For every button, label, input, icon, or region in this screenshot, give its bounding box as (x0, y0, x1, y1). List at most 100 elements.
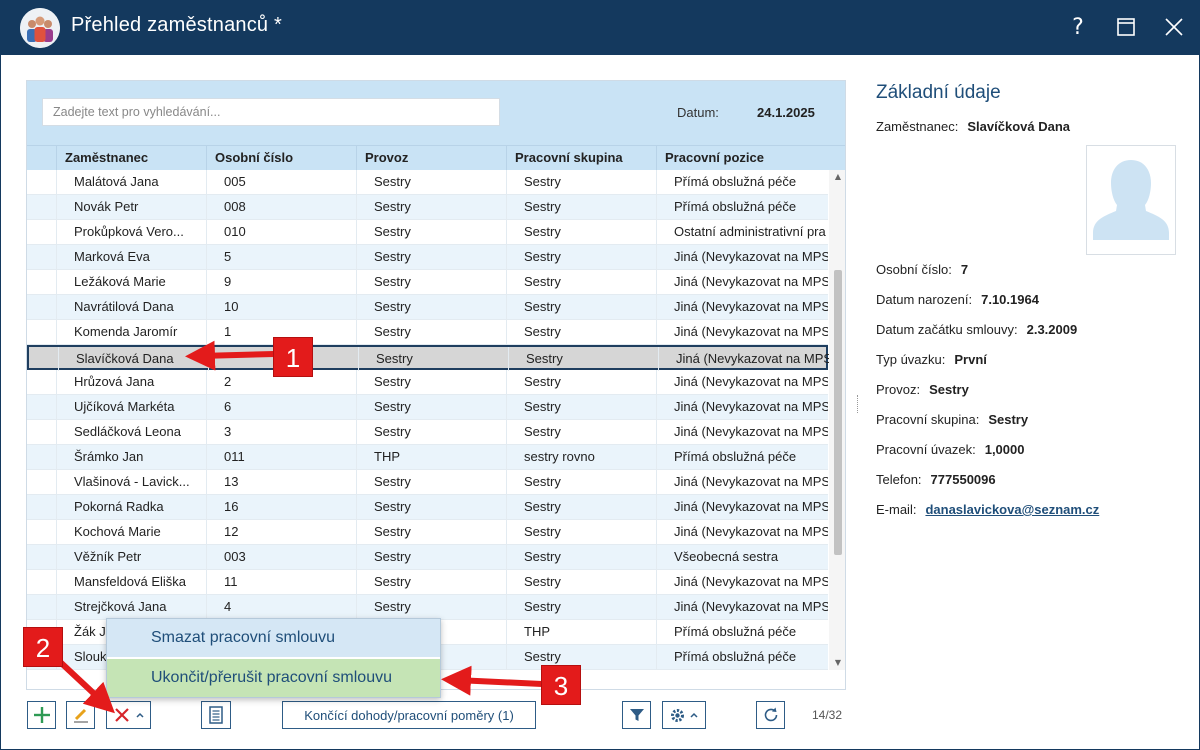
cell-position: Jiná (Nevykazovat na MPSV (676, 351, 830, 366)
detail-field: Telefon: 777550096 (876, 472, 996, 487)
menu-item-end-contract[interactable]: Ukončit/přerušit pracovní smlouvu (107, 659, 440, 697)
cell-work-group: Sestry (524, 424, 561, 439)
cell-operation: Sestry (376, 351, 413, 366)
scroll-down-arrow-icon[interactable]: ▼ (829, 656, 845, 670)
detail-field-label: Pracovní úvazek: (876, 442, 976, 457)
column-header-operation[interactable]: Provoz (356, 146, 506, 171)
cell-work-group: Sestry (526, 351, 563, 366)
column-divider (56, 470, 57, 494)
table-row[interactable]: Novák Petr 008 Sestry Sestry Přímá obslužná … (27, 195, 828, 220)
cell-position: Ostatní administrativní pra (674, 224, 826, 239)
column-divider (56, 170, 57, 194)
table-row[interactable]: Pokorná Radka 16 Sestry Sestry Jiná (Nevykaz… (27, 495, 828, 520)
column-divider (56, 420, 57, 444)
cell-position: Jiná (Nevykazovat na MPSV (674, 499, 828, 514)
document-button[interactable] (201, 701, 231, 729)
cell-personal-number: 11 (224, 574, 238, 589)
cell-work-group: Sestry (524, 399, 561, 414)
cell-operation: Sestry (374, 374, 411, 389)
column-divider (56, 395, 57, 419)
splitter-handle[interactable] (857, 395, 859, 413)
table-row[interactable]: Mansfeldová Eliška 11 Sestry Sestry Jiná (Ne… (27, 570, 828, 595)
annotation-badge-3: 3 (541, 665, 581, 705)
cell-work-group: Sestry (524, 324, 561, 339)
detail-field: E-mail: danaslavickova@seznam.cz (876, 502, 1099, 517)
cell-work-group: Sestry (524, 499, 561, 514)
table-row[interactable]: Navrátilová Dana 10 Sestry Sestry Jiná (Nevy… (27, 295, 828, 320)
detail-field-value: Sestry (929, 382, 969, 397)
scroll-thumb[interactable] (834, 270, 842, 555)
table-row[interactable]: Malátová Jana 005 Sestry Sestry Přímá obsluž… (27, 170, 828, 195)
cell-personal-number: 10 (224, 299, 239, 314)
cell-employee: Slavíčková Dana (76, 351, 174, 366)
cell-operation: Sestry (374, 324, 411, 339)
column-header-personal-number[interactable]: Osobní číslo (206, 146, 356, 171)
table-row[interactable]: Komenda Jaromír 1 Sestry Sestry Jiná (Nevyka… (27, 320, 828, 345)
table-row[interactable]: Kochová Marie 12 Sestry Sestry Jiná (Nevykaz… (27, 520, 828, 545)
table-row[interactable]: Strejčková Jana 4 Sestry Sestry Jiná (Nevyka… (27, 595, 828, 620)
detail-field-label: Datum narození: (876, 292, 973, 307)
cell-operation: Sestry (374, 549, 411, 564)
table-row[interactable]: Ujčíková Markéta 6 Sestry Sestry Jiná (Nevyk… (27, 395, 828, 420)
menu-item-delete-contract[interactable]: Smazat pracovní smlouvu (107, 619, 440, 657)
table-row[interactable]: Marková Eva 5 Sestry Sestry Jiná (Nevykazova… (27, 245, 828, 270)
cell-position: Přímá obslužná péče (674, 174, 797, 189)
cell-employee: Ujčíková Markéta (74, 399, 175, 414)
detail-field-value: 777550096 (930, 472, 996, 487)
settings-dropdown-button[interactable] (662, 701, 706, 729)
cell-position: Jiná (Nevykazovat na MPSV (674, 274, 828, 289)
table-row-selected[interactable]: Slavíčková Dana Sestry Sestry Jiná (Nevykaz… (27, 345, 830, 371)
cell-position: Jiná (Nevykazovat na MPSV (674, 599, 828, 614)
grid-header: Zaměstnanec Osobní číslo Provoz Pracovní… (27, 145, 845, 171)
table-row[interactable]: Hrůzová Jana 2 Sestry Sestry Jiná (Nevykazov… (27, 370, 828, 395)
cell-operation: Sestry (374, 299, 411, 314)
close-button[interactable] (1157, 10, 1191, 44)
search-input[interactable]: Zadejte text pro vyhledávání... (42, 98, 500, 126)
column-divider (58, 347, 59, 371)
plus-icon (33, 707, 50, 723)
scroll-up-arrow-icon[interactable]: ▲ (829, 170, 845, 184)
cell-work-group: Sestry (524, 574, 561, 589)
cell-work-group: Sestry (524, 474, 561, 489)
detail-panel-title: Základní údaje (876, 82, 1001, 103)
ending-contracts-button[interactable]: Končící dohody/pracovní poměry (1) (282, 701, 536, 729)
filter-button[interactable] (622, 701, 651, 729)
email-link[interactable]: danaslavickova@seznam.cz (925, 502, 1099, 517)
cell-position: Jiná (Nevykazovat na MPSV (674, 399, 828, 414)
cell-position: Přímá obslužná péče (674, 449, 797, 464)
column-divider (56, 595, 57, 619)
cell-employee: Novák Petr (74, 199, 139, 214)
cell-employee: Hrůzová Jana (74, 374, 155, 389)
column-header-employee[interactable]: Zaměstnanec (56, 146, 206, 171)
table-row[interactable]: Vlašinová - Lavick... 13 Sestry Sestry Jiná … (27, 470, 828, 495)
table-row[interactable]: Prokůpková Vero... 010 Sestry Sestry Ostatní… (27, 220, 828, 245)
delete-dropdown-button[interactable] (106, 701, 151, 729)
maximize-button[interactable] (1109, 10, 1143, 44)
table-row[interactable]: Věžník Petr 003 Sestry Sestry Všeobecná sest… (27, 545, 828, 570)
cell-position: Jiná (Nevykazovat na MPSV (674, 574, 828, 589)
column-header-work-group[interactable]: Pracovní skupina (506, 146, 656, 171)
cell-operation: Sestry (374, 424, 411, 439)
cell-operation: Sestry (374, 174, 411, 189)
maximize-icon (1117, 18, 1135, 36)
add-button[interactable] (27, 701, 56, 729)
edit-button[interactable] (66, 701, 95, 729)
employee-photo (1086, 145, 1176, 255)
date-value[interactable]: 24.1.2025 (757, 105, 815, 120)
help-button[interactable]: ? (1061, 10, 1095, 44)
cell-employee: Ležáková Marie (74, 274, 166, 289)
grid-scrollbar[interactable]: ▲ ▼ (829, 170, 845, 670)
cell-position: Přímá obslužná péče (674, 624, 797, 639)
cell-employee: Sedláčková Leona (74, 424, 181, 439)
cell-work-group: THP (524, 624, 550, 639)
refresh-button[interactable] (756, 701, 785, 729)
table-row[interactable]: Ležáková Marie 9 Sestry Sestry Jiná (Nevykaz… (27, 270, 828, 295)
table-row[interactable]: Sedláčková Leona 3 Sestry Sestry Jiná (Nevyk… (27, 420, 828, 445)
table-row[interactable]: Šrámko Jan 011 THP sestry rovno Přímá obsluž… (27, 445, 828, 470)
cell-position: Jiná (Nevykazovat na MPSV (674, 374, 828, 389)
column-header-position[interactable]: Pracovní pozice (656, 146, 828, 171)
detail-field-label: Datum začátku smlouvy: (876, 322, 1018, 337)
column-divider (56, 270, 57, 294)
chevron-up-icon (690, 712, 698, 718)
annotation-badge-2: 2 (23, 627, 63, 667)
